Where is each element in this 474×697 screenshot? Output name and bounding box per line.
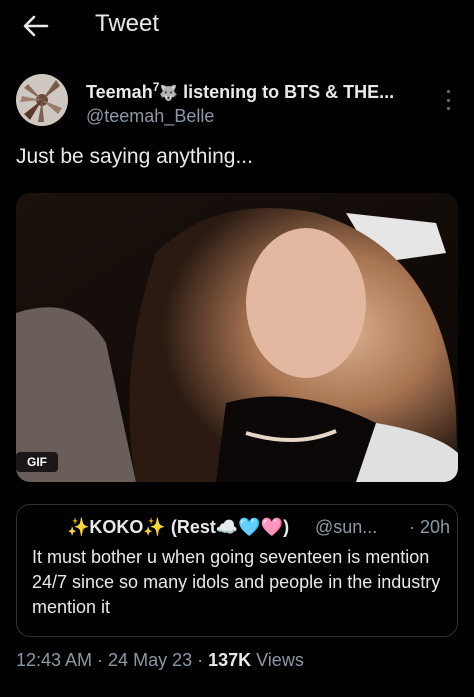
user-handle[interactable]: @teemah_Belle [86, 106, 214, 127]
quoted-display-name: ✨KOKO✨ (Rest☁️🩵🩷) [67, 517, 290, 537]
views-label: Views [251, 650, 304, 670]
gif-badge: GIF [16, 452, 58, 472]
tweet-author: Teemah7🐺 listening to BTS & THE... @teem… [16, 74, 462, 134]
gif-media[interactable] [16, 193, 458, 482]
tweet-text: Just be saying anything... [16, 145, 253, 168]
top-bar: Tweet [0, 0, 474, 52]
tweet-meta: 12:43 AM · 24 May 23 · 137K Views [16, 650, 304, 671]
gif-thumbnail [16, 193, 458, 482]
quoted-handle: @sun... [315, 517, 378, 537]
display-name-text: Teemah [86, 82, 153, 102]
tweet-timestamp: 12:43 AM · 24 May 23 · [16, 650, 209, 670]
wolf-emoji-icon: 🐺 [159, 85, 179, 102]
quoted-timestamp: · 20h [409, 517, 451, 537]
avatar[interactable] [16, 74, 68, 126]
views-count[interactable]: 137K [208, 650, 251, 670]
display-name-suffix: listening to BTS & THE... [183, 82, 395, 102]
quoted-text: It must bother u when going seventeen is… [32, 547, 441, 617]
more-vertical-icon[interactable] [438, 88, 458, 112]
back-arrow-icon[interactable] [22, 12, 50, 40]
page-title: Tweet [95, 10, 160, 37]
quoted-tweet[interactable]: ✨KOKO✨ (Rest☁️🩵🩷) @sun... · 20h It must … [16, 504, 458, 637]
display-name[interactable]: Teemah7🐺 listening to BTS & THE... [86, 80, 394, 103]
